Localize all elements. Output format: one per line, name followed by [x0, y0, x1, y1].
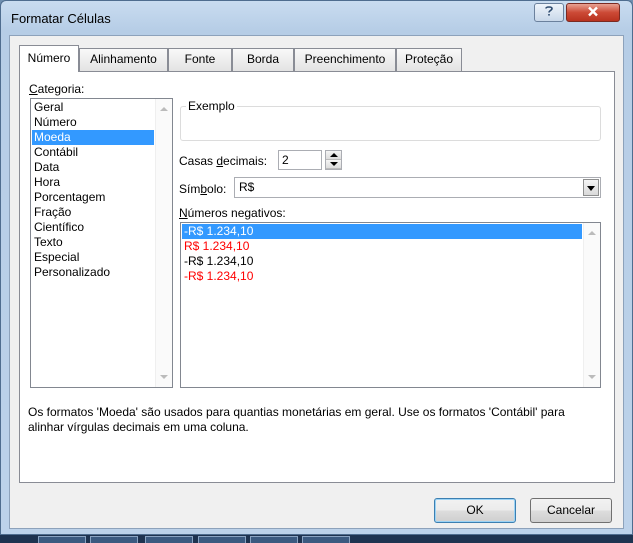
taskbar-button[interactable] — [250, 536, 298, 543]
category-item[interactable]: Hora — [32, 175, 154, 190]
category-list[interactable]: Geral Número Moeda Contábil Data Hora Porcenta… — [30, 98, 173, 388]
tab-preenchimento[interactable]: Preenchimento — [294, 48, 396, 71]
taskbar-button[interactable] — [302, 536, 350, 543]
negatives-scrollbar[interactable] — [583, 223, 600, 387]
category-item[interactable]: Especial — [32, 250, 154, 265]
sample-group: Exemplo — [180, 99, 601, 141]
category-item[interactable]: Data — [32, 160, 154, 175]
category-item[interactable]: Científico — [32, 220, 154, 235]
negative-format-item[interactable]: R$ 1.234,10 — [182, 239, 582, 254]
decimals-spinner[interactable] — [325, 150, 342, 170]
taskbar — [0, 535, 633, 543]
category-item[interactable]: Porcentagem — [32, 190, 154, 205]
negative-numbers-list[interactable]: -R$ 1.234,10 R$ 1.234,10 -R$ 1.234,10 -R$ 1… — [180, 222, 601, 388]
scroll-down-icon[interactable] — [160, 375, 168, 379]
help-icon — [544, 5, 554, 20]
tab-protecao[interactable]: Proteção — [396, 48, 462, 71]
negative-format-item[interactable]: -R$ 1.234,10 — [182, 254, 582, 269]
category-scrollbar[interactable] — [155, 99, 172, 387]
tab-numero[interactable]: Número — [19, 45, 79, 72]
scroll-up-icon[interactable] — [160, 107, 168, 111]
tab-borda[interactable]: Borda — [232, 48, 294, 71]
negatives-label: Números negativos: — [179, 206, 286, 220]
cancel-button[interactable]: Cancelar — [530, 498, 612, 523]
category-item[interactable]: Número — [32, 115, 154, 130]
numero-tab-panel: Categoria: Geral Número Moeda Contábil Data H… — [19, 71, 615, 483]
negative-format-item[interactable]: -R$ 1.234,10 — [182, 269, 582, 284]
taskbar-button[interactable] — [38, 536, 86, 543]
format-description: Os formatos 'Moeda' são usados para quan… — [28, 405, 565, 434]
category-item[interactable]: Fração — [32, 205, 154, 220]
category-item[interactable]: Geral — [32, 100, 154, 115]
sample-legend: Exemplo — [186, 99, 237, 113]
format-cells-dialog: Formatar Células Número Alinhamento Font… — [0, 0, 633, 535]
negative-format-item[interactable]: -R$ 1.234,10 — [182, 224, 582, 239]
title-bar[interactable]: Formatar Células — [1, 1, 632, 35]
close-button[interactable] — [566, 3, 620, 22]
scroll-up-icon[interactable] — [588, 231, 596, 235]
symbol-label: Símbolo: — [179, 182, 227, 196]
tab-fonte[interactable]: Fonte — [168, 48, 232, 71]
taskbar-button[interactable] — [198, 536, 246, 543]
spin-up-icon[interactable] — [326, 151, 341, 160]
taskbar-button[interactable] — [90, 536, 138, 543]
taskbar-button[interactable] — [145, 536, 193, 543]
help-button[interactable] — [534, 3, 564, 22]
category-item[interactable]: Personalizado — [32, 265, 154, 280]
close-icon — [587, 6, 599, 20]
spin-down-icon[interactable] — [326, 160, 341, 169]
scroll-down-icon[interactable] — [588, 375, 596, 379]
symbol-value: R$ — [239, 180, 255, 194]
category-item[interactable]: Texto — [32, 235, 154, 250]
symbol-dropdown[interactable]: R$ — [234, 177, 601, 198]
decimals-label: Casas decimais: — [179, 154, 268, 168]
ok-button[interactable]: OK — [434, 498, 516, 523]
category-item[interactable]: Moeda — [32, 130, 154, 145]
category-item[interactable]: Contábil — [32, 145, 154, 160]
tab-alinhamento[interactable]: Alinhamento — [79, 48, 168, 71]
window-title: Formatar Células — [11, 11, 111, 26]
decimals-input[interactable]: 2 — [278, 150, 322, 170]
dropdown-arrow-icon[interactable] — [583, 179, 599, 196]
category-label: Categoria: — [29, 82, 85, 96]
dialog-body: Número Alinhamento Fonte Borda Preenchim… — [9, 35, 624, 529]
